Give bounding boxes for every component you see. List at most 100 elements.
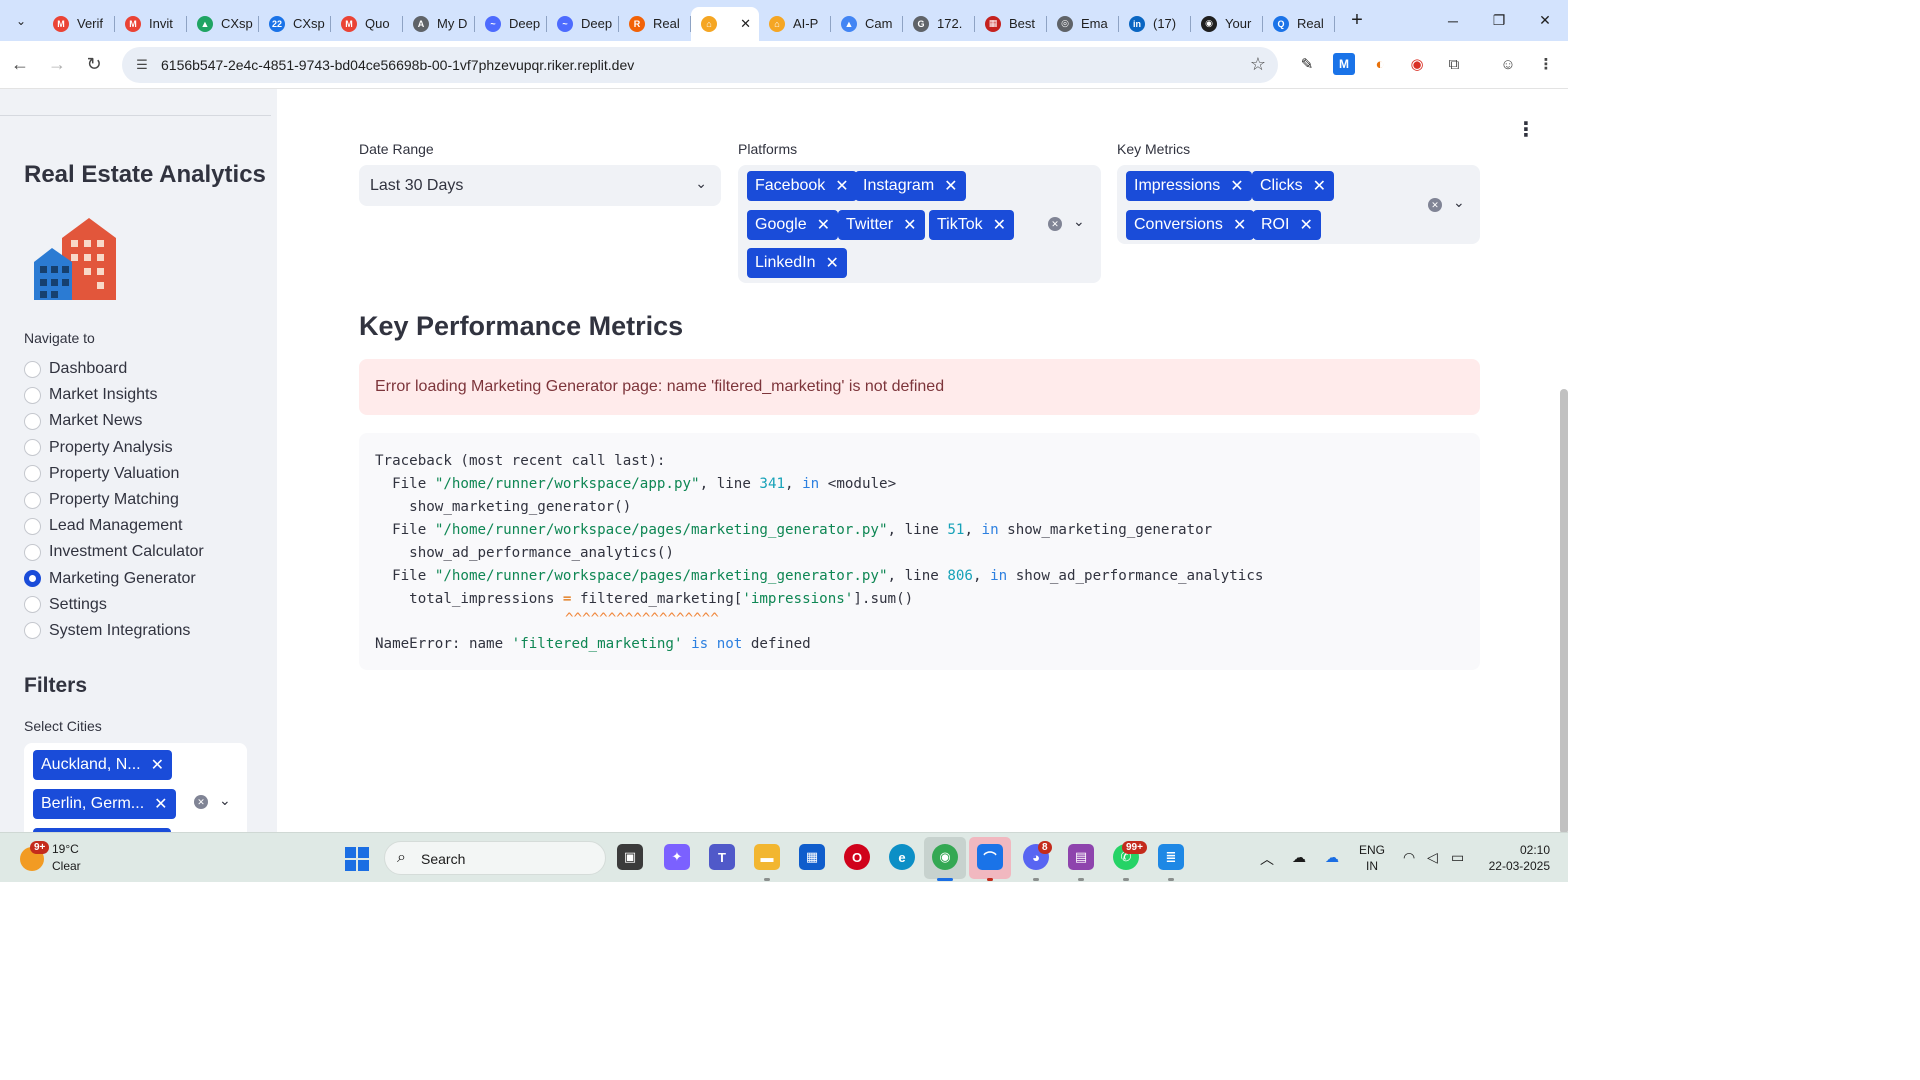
close-window-button[interactable]: ✕ [1522,0,1568,41]
profile-avatar-icon[interactable]: ☺ [1497,53,1519,75]
browser-tab[interactable]: ~ Deep [475,7,547,41]
city-chip[interactable]: Berlin, Germ... ✕ [33,789,176,819]
remove-chip-icon[interactable]: ✕ [154,794,167,814]
remove-chip-icon[interactable]: ✕ [903,215,916,235]
nav-radio-item[interactable]: Lead Management [24,513,204,539]
copilot-icon[interactable]: ✦ [664,844,690,870]
remove-chip-icon[interactable]: ✕ [1299,215,1312,235]
language-indicator[interactable]: ENG IN [1359,842,1385,874]
radio-unchecked-icon[interactable] [24,360,41,378]
browser-tab[interactable]: M Invit [115,7,187,41]
moon-extension-icon[interactable]: ◐ [1369,53,1391,75]
arc-app-icon[interactable]: ⌒ [977,844,1003,870]
tab-close-icon[interactable]: ✕ [740,16,751,32]
ball-extension-icon[interactable]: ◉ [1406,53,1428,75]
platform-chip[interactable]: LinkedIn ✕ [747,248,847,278]
key-metrics-multiselect[interactable]: Impressions ✕ Clicks ✕ Conversions ✕ ROI ✕ ✕… [1117,165,1480,244]
tab-search-button[interactable]: ⌄ [5,5,37,37]
nav-radio-item[interactable]: Property Matching [24,487,204,513]
metric-chip[interactable]: Impressions ✕ [1126,171,1252,201]
battery-icon[interactable]: ▭ [1451,849,1464,866]
browser-tab[interactable]: ~ Deep [547,7,619,41]
browser-tab[interactable]: A My D [403,7,475,41]
radio-checked-icon[interactable] [24,570,41,588]
microsoft-store-icon[interactable]: ▦ [799,844,825,870]
radio-unchecked-icon[interactable] [24,622,41,640]
opera-icon[interactable]: O [844,844,870,870]
browser-tab[interactable]: 22 CXsp [259,7,331,41]
platform-chip[interactable]: Twitter ✕ [838,210,925,240]
windows-start-icon[interactable] [345,847,369,871]
teams-icon[interactable]: T [709,844,735,870]
chevron-down-icon[interactable]: ⌄ [219,792,231,809]
remove-chip-icon[interactable]: ✕ [1233,215,1246,235]
task-view-icon[interactable]: ▣ [617,844,643,870]
onedrive-sync-icon[interactable]: ☁ [1325,849,1339,866]
back-button[interactable]: ← [3,48,37,82]
radio-unchecked-icon[interactable] [24,465,41,483]
tray-overflow-chevron-icon[interactable]: ︿ [1260,849,1274,869]
browser-tab[interactable]: G 172. [903,7,975,41]
nav-radio-item[interactable]: Property Analysis [24,435,204,461]
system-clock[interactable]: 02:10 22-03-2025 [1482,842,1550,874]
radio-unchecked-icon[interactable] [24,491,41,509]
nav-radio-item[interactable]: Market Insights [24,382,204,408]
browser-tab[interactable]: ▲ Cam [831,7,903,41]
remove-chip-icon[interactable]: ✕ [1313,176,1326,196]
edge-icon[interactable]: e [889,844,915,870]
remove-chip-icon[interactable]: ✕ [993,215,1006,235]
browser-menu-icon[interactable]: ⋮ [1535,53,1557,75]
metric-chip[interactable]: Clicks ✕ [1252,171,1335,201]
nav-radio-item[interactable]: Settings [24,592,204,618]
restore-button[interactable]: ❐ [1476,0,1522,41]
nav-radio-item[interactable]: Property Valuation [24,461,204,487]
bookmark-star-icon[interactable]: ☆ [1250,54,1266,75]
browser-tab[interactable]: ▲ CXsp [187,7,259,41]
chevron-down-icon[interactable]: ⌄ [1453,194,1465,211]
clear-all-icon[interactable]: ✕ [194,795,208,809]
platforms-multiselect[interactable]: Facebook ✕ Instagram ✕ Google ✕ Twitter ✕ Ti… [738,165,1101,283]
browser-tab[interactable]: ◉ Your [1191,7,1263,41]
app-menu-icon[interactable]: ⋮ [1516,117,1536,142]
address-bar[interactable]: ☰ 6156b547-2e4c-4851-9743-bd04ce56698b-0… [122,47,1278,83]
browser-tab[interactable]: ⌂ ✕ [691,6,759,41]
onedrive-icon[interactable]: ☁ [1292,849,1306,866]
cities-multiselect[interactable]: Auckland, N... ✕ Berlin, Germ... ✕ ✕ ⌄ [24,743,247,832]
forward-button[interactable]: → [40,48,74,82]
nav-radio-item[interactable]: Investment Calculator [24,539,204,565]
chrome-icon[interactable]: ◉ [932,844,958,870]
clipchamp-icon[interactable]: ▤ [1068,844,1094,870]
new-tab-button[interactable]: + [1343,7,1371,35]
radio-unchecked-icon[interactable] [24,596,41,614]
remove-chip-icon[interactable]: ✕ [835,176,848,196]
platform-chip[interactable]: Facebook ✕ [747,171,857,201]
remove-chip-icon[interactable]: ✕ [1230,176,1243,196]
volume-icon[interactable]: ◁ [1427,849,1438,866]
platform-chip[interactable]: Google ✕ [747,210,838,240]
metric-chip[interactable]: Conversions ✕ [1126,210,1255,240]
radio-unchecked-icon[interactable] [24,543,41,561]
date-range-select[interactable]: Last 30 Days ⌄ [359,165,721,206]
m-extension-icon[interactable]: M [1333,53,1355,75]
platform-chip[interactable]: TikTok ✕ [929,210,1015,240]
browser-tab[interactable]: Q Real [1263,7,1335,41]
notepad-icon[interactable]: ≣ [1158,844,1184,870]
minimize-button[interactable]: ─ [1430,0,1476,41]
nav-radio-item[interactable]: System Integrations [24,618,204,644]
browser-tab[interactable]: M Verif [43,7,115,41]
platform-chip[interactable]: Instagram ✕ [855,171,966,201]
city-chip[interactable]: Auckland, N... ✕ [33,750,173,780]
browser-tab[interactable]: M Quo [331,7,403,41]
reload-button[interactable]: ↻ [77,48,111,82]
site-info-icon[interactable]: ☰ [130,53,154,77]
url-text[interactable]: 6156b547-2e4c-4851-9743-bd04ce56698b-00-… [161,57,634,73]
browser-tab[interactable]: ⌂ AI-P [759,7,831,41]
nav-radio-item[interactable]: Marketing Generator [24,566,204,592]
clear-all-icon[interactable]: ✕ [1428,198,1442,212]
browser-tab[interactable]: in (17) [1119,7,1191,41]
nav-radio-item[interactable]: Market News [24,408,204,434]
browser-tab[interactable]: ▦ Best [975,7,1047,41]
radio-unchecked-icon[interactable] [24,517,41,535]
nav-radio-item[interactable]: Dashboard [24,356,204,382]
radio-unchecked-icon[interactable] [24,386,41,404]
